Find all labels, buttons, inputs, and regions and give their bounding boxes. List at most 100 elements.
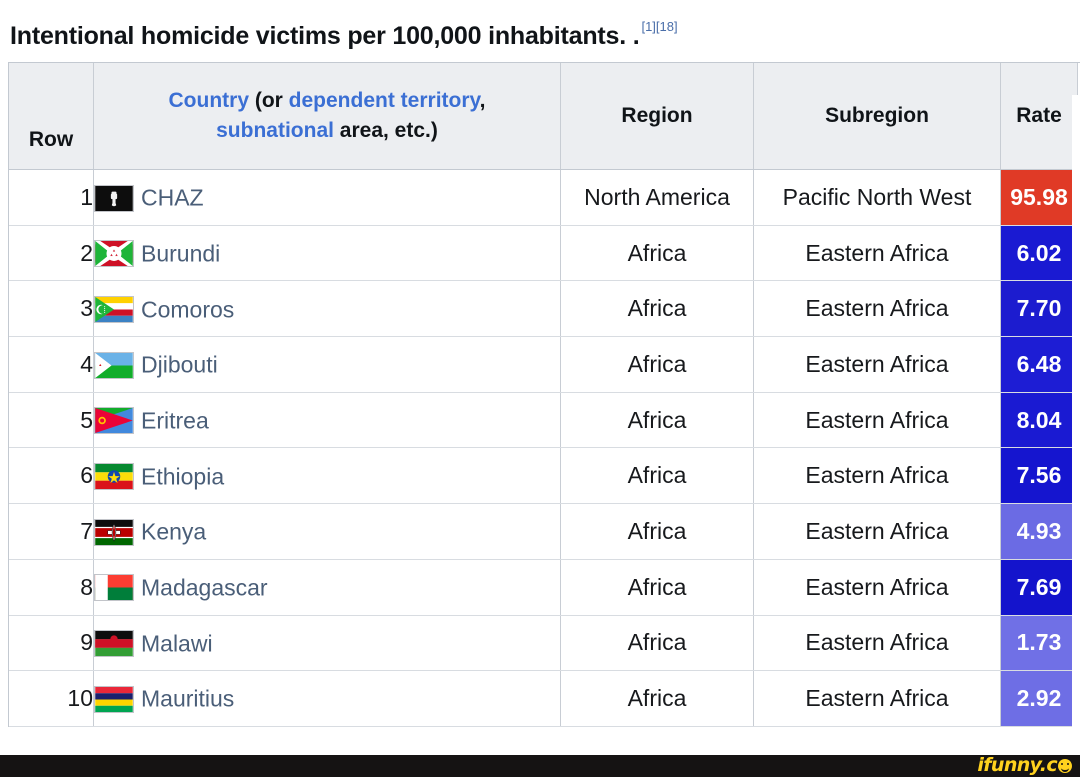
flag-eritrea-icon — [94, 407, 134, 435]
cell-subregion: Eastern Africa — [753, 392, 1001, 449]
cell-country: Madagascar — [93, 559, 561, 616]
cell-region: North America — [560, 169, 754, 226]
header-cell-rate[interactable]: Rate — [1000, 63, 1078, 170]
table-row: 10 Mauritius Africa Eastern Africa 2.92 — [9, 670, 1078, 727]
cell-country: Kenya — [93, 503, 561, 560]
country-link[interactable]: Djibouti — [141, 352, 218, 378]
header-cell-subregion[interactable]: Subregion — [753, 63, 1001, 170]
cell-row-number: 1 — [9, 169, 94, 226]
cell-rate: 7.56 — [1000, 447, 1078, 505]
header-label-subregion: Subregion — [825, 104, 929, 127]
cell-rate: 95.98 — [1000, 169, 1078, 226]
ifunny-logo: ifunny.c — [977, 754, 1072, 776]
cell-region: Africa — [560, 503, 754, 560]
flag-kenya-icon — [94, 518, 134, 546]
homicide-rate-table: Row Country (or dependent territory, sub… — [9, 63, 1078, 727]
header-cell-country[interactable]: Country (or dependent territory, subnati… — [93, 63, 561, 170]
cell-country: CHAZ — [93, 169, 561, 226]
table-row: 2 Burundi Africa Eastern Africa 6.02 — [9, 225, 1078, 282]
cell-subregion: Eastern Africa — [753, 615, 1001, 672]
cell-row-number: 10 — [9, 670, 94, 727]
cell-country: Eritrea — [93, 392, 561, 449]
country-link[interactable]: Malawi — [141, 630, 213, 656]
cell-rate: 8.04 — [1000, 392, 1078, 449]
table-row: 8 Madagascar Africa Eastern Africa 7.69 — [9, 559, 1078, 616]
flag-comoros-icon — [94, 295, 134, 323]
ifunny-watermark-bar: ifunny.c — [0, 754, 1080, 777]
page-right-gutter — [1072, 95, 1080, 755]
country-link[interactable]: Kenya — [141, 519, 206, 545]
table-body: 1 CHAZ North America Pacific North West 95.9… — [9, 169, 1078, 727]
cell-rate: 6.48 — [1000, 336, 1078, 393]
header-text-or: (or — [249, 89, 289, 113]
cell-subregion: Eastern Africa — [753, 225, 1001, 282]
cell-rate: 4.93 — [1000, 503, 1078, 560]
cell-subregion: Pacific North West — [753, 169, 1001, 226]
cell-rate: 6.02 — [1000, 225, 1078, 282]
cell-region: Africa — [560, 447, 754, 505]
header-link-country[interactable]: Country — [169, 89, 250, 112]
cell-subregion: Eastern Africa — [753, 503, 1001, 560]
cell-country: Ethiopia — [93, 447, 561, 505]
cell-row-number: 2 — [9, 225, 94, 282]
table-row: 1 CHAZ North America Pacific North West 95.9… — [9, 169, 1078, 226]
cell-subregion: Eastern Africa — [753, 670, 1001, 727]
caption-text: Intentional homicide victims per 100,000… — [10, 22, 640, 50]
cell-region: Africa — [560, 670, 754, 727]
cell-rate: 7.70 — [1000, 280, 1078, 338]
ifunny-logo-text: ifunny.c — [977, 754, 1057, 776]
cell-row-number: 7 — [9, 503, 94, 560]
country-link[interactable]: Ethiopia — [141, 463, 224, 489]
table-row: 9 Malawi Africa Eastern Africa 1.73 — [9, 615, 1078, 672]
header-label-row: Row — [28, 128, 74, 151]
cell-country: Mauritius — [93, 670, 561, 727]
table-row: 7 Kenya Africa Eastern Africa 4.93 — [9, 503, 1078, 560]
cell-rate: 1.73 — [1000, 615, 1078, 672]
cell-row-number: 5 — [9, 392, 94, 449]
caption-references[interactable]: [1][18] — [641, 19, 677, 34]
country-link[interactable]: Madagascar — [141, 574, 268, 600]
table-row: 5 Eritrea Africa Eastern Africa 8.04 — [9, 392, 1078, 449]
cell-country: Burundi — [93, 225, 561, 282]
cell-subregion: Eastern Africa — [753, 280, 1001, 338]
cell-row-number: 9 — [9, 615, 94, 672]
country-link[interactable]: CHAZ — [141, 185, 204, 211]
cell-row-number: 3 — [9, 280, 94, 338]
homicide-rate-table-wrapper: Row Country (or dependent territory, sub… — [8, 62, 1080, 727]
table-header: Row Country (or dependent territory, sub… — [9, 63, 1078, 170]
table-caption: Intentional homicide victims per 100,000… — [0, 0, 1080, 62]
cell-region: Africa — [560, 336, 754, 393]
header-text-area-etc: area, etc.) — [333, 119, 438, 142]
cell-row-number: 8 — [9, 559, 94, 616]
cell-region: Africa — [560, 392, 754, 449]
flag-madagascar-icon — [94, 574, 134, 602]
header-label-country: Country (or dependent territory, subnati… — [94, 86, 560, 146]
cell-rate: 2.92 — [1000, 670, 1078, 727]
table-row: 4 Djibouti Africa Eastern Africa 6.48 — [9, 336, 1078, 393]
cell-region: Africa — [560, 615, 754, 672]
cell-subregion: Eastern Africa — [753, 559, 1001, 616]
header-label-rate: Rate — [1016, 104, 1062, 127]
table-row: 6 Ethiopia Africa Eastern Africa 7.56 — [9, 447, 1078, 505]
smiley-icon — [1058, 759, 1072, 773]
country-link[interactable]: Mauritius — [141, 686, 234, 712]
cell-country: Comoros — [93, 280, 561, 338]
cell-row-number: 4 — [9, 336, 94, 393]
header-link-dependent-territory[interactable]: dependent territory — [289, 89, 480, 112]
flag-mauritius-icon — [94, 685, 134, 713]
country-link[interactable]: Comoros — [141, 296, 234, 322]
cell-region: Africa — [560, 225, 754, 282]
header-row: Row Country (or dependent territory, sub… — [9, 63, 1078, 170]
cell-subregion: Eastern Africa — [753, 447, 1001, 505]
flag-djibouti-icon — [94, 351, 134, 379]
cell-region: Africa — [560, 559, 754, 616]
cell-subregion: Eastern Africa — [753, 336, 1001, 393]
flag-burundi-icon — [94, 240, 134, 268]
country-link[interactable]: Burundi — [141, 240, 220, 266]
cell-region: Africa — [560, 280, 754, 338]
country-link[interactable]: Eritrea — [141, 407, 209, 433]
flag-malawi-icon — [94, 630, 134, 658]
header-link-subnational[interactable]: subnational — [216, 119, 334, 142]
header-cell-region[interactable]: Region — [560, 63, 754, 170]
header-cell-row[interactable]: Row — [9, 63, 94, 170]
